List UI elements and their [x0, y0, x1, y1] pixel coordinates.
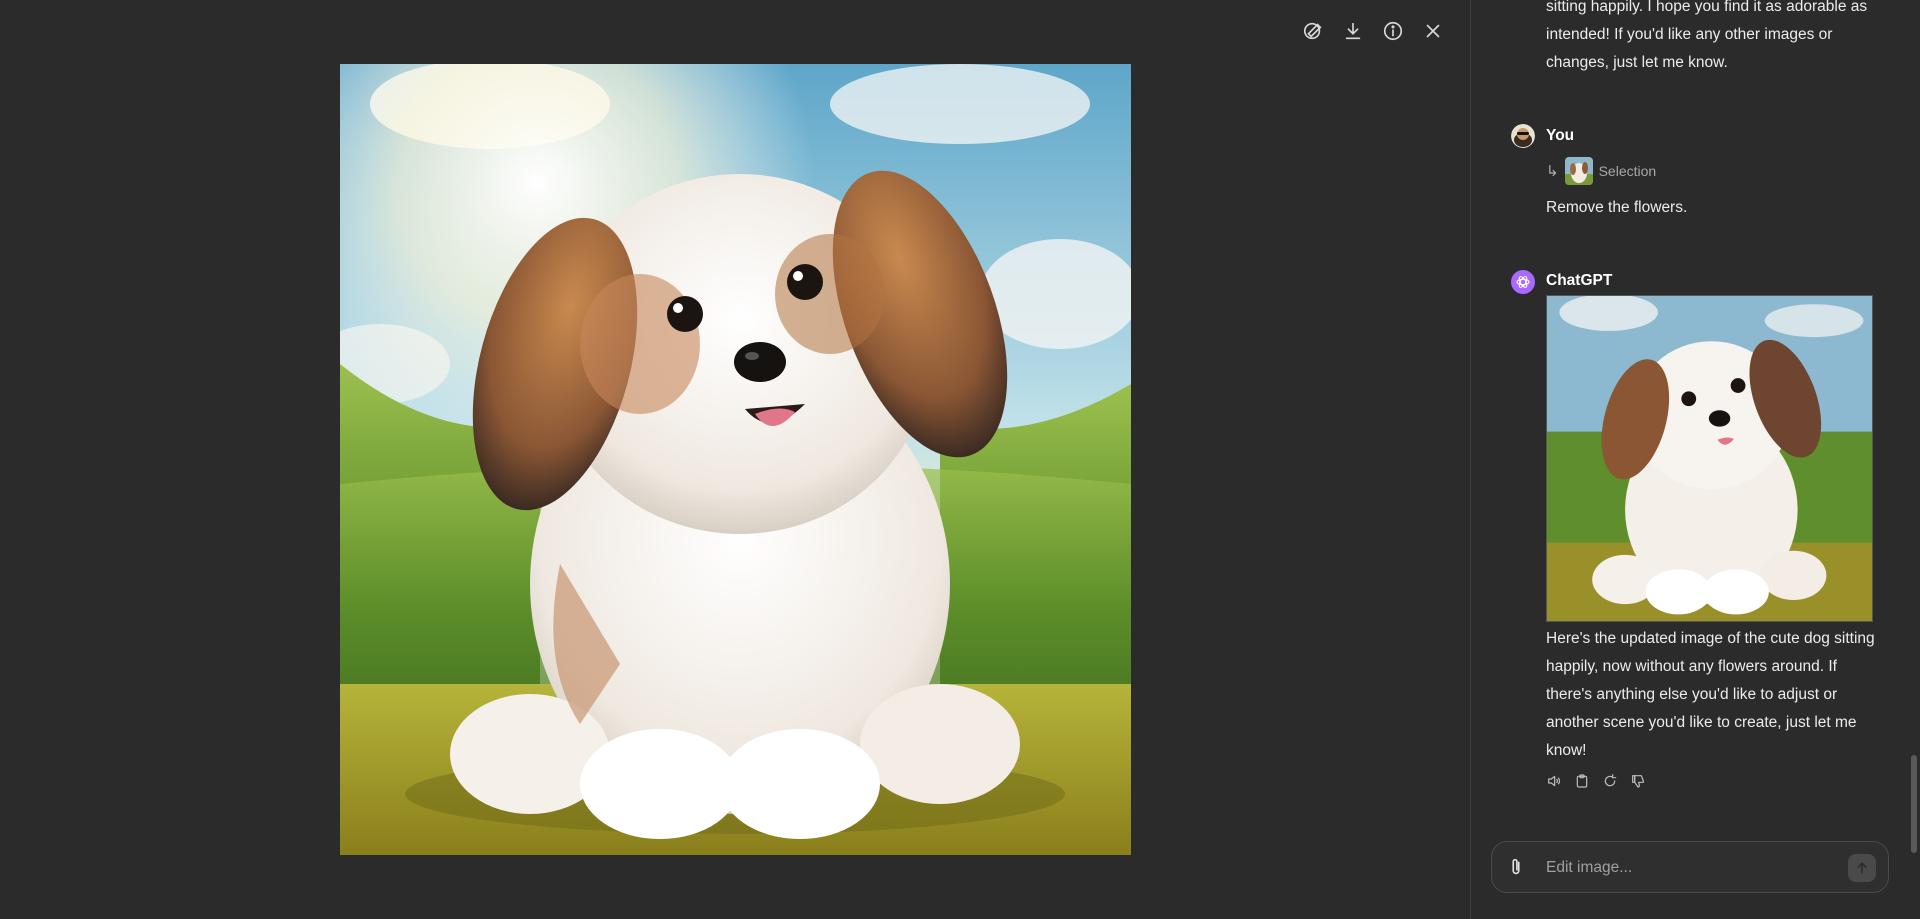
selection-thumbnail [1564, 157, 1593, 185]
selection-reference[interactable]: ↳ Selection [1546, 156, 1656, 186]
thumbs-down-icon [1632, 775, 1644, 788]
edit-image-composer [1491, 841, 1889, 893]
info-icon [1383, 21, 1403, 41]
refresh-icon [1604, 774, 1617, 787]
regenerate-button[interactable] [1602, 772, 1618, 790]
selection-label: Selection [1598, 163, 1657, 179]
reply-arrow-icon: ↳ [1546, 163, 1559, 180]
close-button[interactable] [1420, 18, 1446, 44]
read-aloud-button[interactable] [1546, 772, 1562, 790]
openai-logo-icon [1516, 276, 1530, 288]
user-avatar [1511, 124, 1535, 148]
dog-picture [340, 64, 1131, 855]
arrow-up-icon [1857, 862, 1867, 874]
generated-dog-image[interactable] [340, 64, 1131, 855]
previous-assistant-message: sitting happily. I hope you find it as a… [1546, 0, 1868, 71]
send-button[interactable] [1848, 854, 1876, 882]
attach-button[interactable] [1505, 856, 1527, 878]
download-icon [1345, 22, 1361, 40]
image-viewer [0, 0, 1470, 919]
paperclip-icon [1512, 858, 1520, 875]
assistant-name: ChatGPT [1546, 272, 1613, 289]
select-edit-button[interactable] [1300, 18, 1326, 44]
select-edit-icon [1303, 22, 1322, 40]
viewer-toolbar [1300, 18, 1446, 44]
thumbs-down-button[interactable] [1630, 772, 1646, 790]
edit-image-input[interactable] [1544, 852, 1828, 884]
result-image-thumbnail[interactable] [1546, 295, 1873, 622]
dog-picture-thumbnail [1547, 296, 1872, 621]
clipboard-icon [1576, 774, 1588, 788]
info-button[interactable] [1380, 18, 1406, 44]
user-message: Remove the flowers. [1546, 199, 1688, 216]
chat-scrollbar[interactable] [1911, 755, 1917, 853]
copy-button[interactable] [1574, 772, 1590, 790]
assistant-message: Here's the updated image of the cute dog… [1546, 630, 1875, 759]
download-button[interactable] [1340, 18, 1366, 44]
chatgpt-avatar [1511, 270, 1535, 294]
close-icon [1426, 24, 1440, 38]
speaker-icon [1548, 775, 1561, 787]
message-actions [1546, 772, 1646, 790]
user-name: You [1546, 127, 1575, 144]
